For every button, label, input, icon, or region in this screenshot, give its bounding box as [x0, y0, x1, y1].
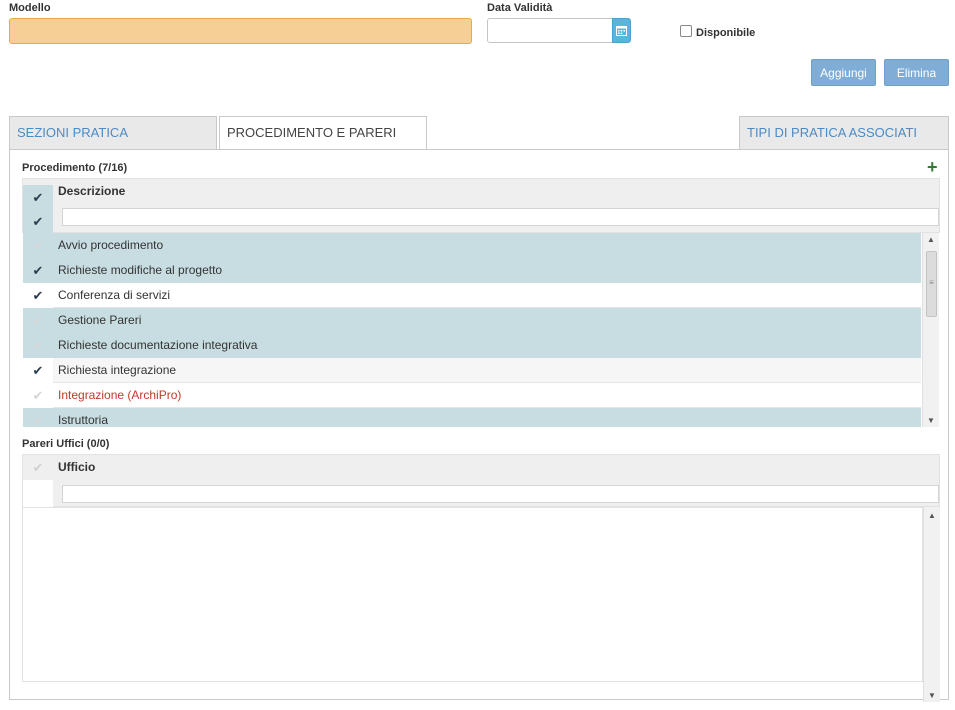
check-icon: ✔ [32, 237, 44, 253]
disponibile-checkbox[interactable] [680, 25, 692, 37]
check-icon: ✔ [32, 262, 44, 278]
row-label: Richieste modifiche al progetto [53, 258, 921, 283]
procedimento-title: Procedimento (7/16) [22, 162, 128, 174]
table-row[interactable]: ✔ Richieste modifiche al progetto [23, 258, 921, 283]
scroll-down-icon[interactable]: ▼ [924, 691, 940, 700]
add-button[interactable]: Aggiungi [811, 59, 876, 86]
descrizione-filter-input[interactable] [62, 208, 939, 226]
table-row[interactable]: ✔ Istruttoria [23, 408, 921, 427]
scroll-down-icon[interactable]: ▼ [923, 416, 939, 425]
check-icon: ✔ [32, 387, 44, 403]
select-all-checkbox[interactable]: ✔ [23, 185, 53, 210]
calendar-button[interactable] [612, 18, 631, 43]
check-icon: ✔ [32, 287, 44, 303]
row-label: Istruttoria [53, 408, 921, 427]
row-checkbox[interactable]: ✔ [23, 308, 53, 333]
ufficio-column-header[interactable]: Ufficio [58, 460, 95, 474]
row-checkbox[interactable]: ✔ [23, 233, 53, 258]
row-label: Avvio procedimento [53, 233, 921, 258]
ufficio-filter-input[interactable] [62, 485, 939, 503]
check-icon: ✔ [32, 312, 44, 328]
delete-button[interactable]: Elimina [884, 59, 949, 86]
pareri-rows [22, 507, 923, 682]
row-label: Richieste documentazione integrativa [53, 333, 921, 358]
check-icon: ✔ [32, 412, 44, 428]
tab-tipi-pratica-associati[interactable]: TIPI DI PRATICA ASSOCIATI [739, 116, 949, 150]
table-row[interactable]: ✔ Gestione Pareri [23, 308, 921, 333]
scroll-up-icon[interactable]: ▲ [924, 511, 940, 520]
procedimento-scrollbar[interactable]: ▲ ≡ ▼ [922, 233, 939, 427]
scroll-thumb[interactable]: ≡ [926, 251, 937, 317]
row-checkbox[interactable]: ✔ [23, 358, 53, 383]
data-validita-input[interactable] [487, 18, 613, 43]
pareri-filter-cell [23, 480, 53, 507]
data-validita-label: Data Validità [487, 2, 553, 14]
filter-checkbox[interactable]: ✔ [23, 210, 53, 233]
descrizione-column-header[interactable]: Descrizione [58, 184, 125, 198]
row-label: Gestione Pareri [53, 308, 921, 333]
scroll-up-icon[interactable]: ▲ [923, 235, 939, 244]
modello-input[interactable] [9, 18, 472, 44]
table-row[interactable]: ✔ Integrazione (ArchiPro) [23, 383, 921, 408]
tab-sezioni-pratica[interactable]: SEZIONI PRATICA [9, 116, 217, 150]
check-icon: ✔ [32, 362, 44, 378]
check-icon: ✔ [32, 189, 44, 205]
table-row[interactable]: ✔ Conferenza di servizi [23, 283, 921, 308]
row-checkbox[interactable]: ✔ [23, 258, 53, 283]
row-checkbox[interactable]: ✔ [23, 333, 53, 358]
table-row[interactable]: ✔ Richieste documentazione integrativa [23, 333, 921, 358]
table-row[interactable]: ✔ Avvio procedimento [23, 233, 921, 258]
add-procedimento-icon[interactable]: + [927, 157, 938, 178]
row-checkbox[interactable]: ✔ [23, 383, 53, 408]
pareri-scrollbar[interactable]: ▲ ▼ [923, 507, 940, 702]
row-checkbox[interactable]: ✔ [23, 283, 53, 308]
row-label: Conferenza di servizi [53, 283, 921, 308]
disponibile-label: Disponibile [696, 27, 756, 39]
calendar-icon [616, 26, 627, 36]
check-icon: ✔ [32, 337, 44, 353]
check-icon: ✔ [32, 213, 44, 229]
check-icon: ✔ [32, 459, 44, 475]
procedimento-rows: ✔ Avvio procedimento ✔ Richieste modifiche … [23, 233, 921, 427]
modello-label: Modello [9, 2, 51, 14]
row-label: Richiesta integrazione [53, 358, 921, 383]
row-checkbox[interactable]: ✔ [23, 408, 53, 427]
row-label: Integrazione (ArchiPro) [53, 383, 921, 408]
tab-procedimento-pareri[interactable]: PROCEDIMENTO E PARERI [219, 116, 427, 151]
pareri-title: Pareri Uffici (0/0) [22, 438, 110, 450]
table-row[interactable]: ✔ Richiesta integrazione [23, 358, 921, 383]
pareri-select-all-checkbox[interactable]: ✔ [23, 455, 53, 480]
